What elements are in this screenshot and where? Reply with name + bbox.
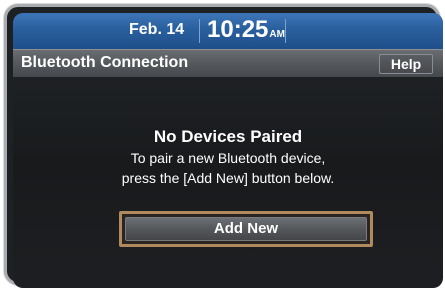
clock-ampm: AM <box>269 29 285 40</box>
message-title: No Devices Paired <box>153 127 303 146</box>
page-title: Bluetooth Connection <box>21 54 189 71</box>
date-text: Feb. 14 <box>129 21 185 38</box>
device-bezel: Feb. 14 10:25AM Bluetooth Connection Hel… <box>4 4 443 288</box>
message-line: To pair a new Bluetooth device, <box>130 150 326 166</box>
title-bar: Bluetooth Connection Help <box>13 49 443 77</box>
status-divider <box>285 19 286 43</box>
status-divider <box>199 19 200 43</box>
clock: 10:25AM <box>207 16 285 44</box>
status-bar: Feb. 14 10:25AM <box>13 13 443 49</box>
clock-time: 10:25 <box>207 16 269 43</box>
help-button[interactable]: Help <box>379 54 433 74</box>
add-new-button[interactable]: Add New <box>125 217 367 241</box>
screen: Feb. 14 10:25AM Bluetooth Connection Hel… <box>13 13 443 288</box>
focus-highlight: Add New <box>119 211 373 247</box>
message-line: press the [Add New] button below. <box>121 170 335 186</box>
